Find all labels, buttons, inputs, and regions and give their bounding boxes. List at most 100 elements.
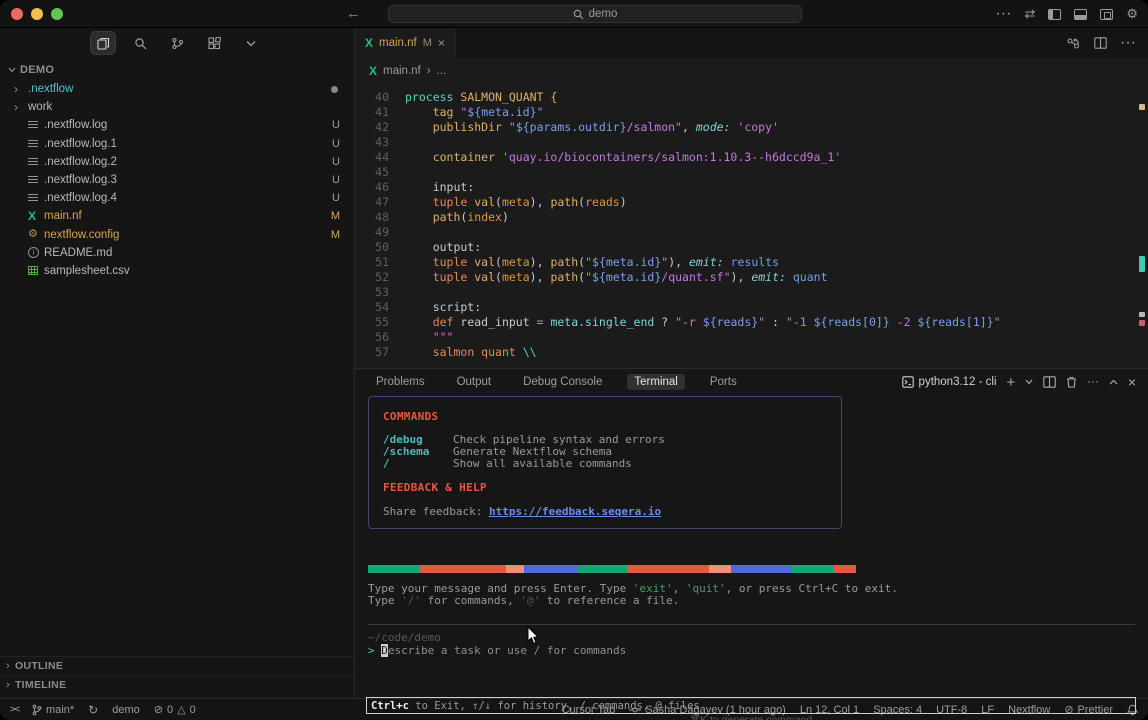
explorer-section-header[interactable]: DEMO: [0, 58, 354, 80]
code-segment: tuple: [433, 195, 475, 209]
timeline-section[interactable]: ›TIMELINE: [0, 675, 354, 694]
file-icon: [28, 140, 44, 148]
breadcrumb[interactable]: X main.nf › ...: [355, 58, 1148, 84]
problems-item[interactable]: ⊘0 △0: [154, 703, 196, 716]
remote-indicator[interactable]: ><: [10, 704, 18, 715]
search-tool-icon[interactable]: [128, 32, 152, 54]
explorer-icon[interactable]: [91, 32, 115, 54]
panel-tab-ports[interactable]: Ports: [703, 374, 744, 390]
code-line[interactable]: 40process SALMON_QUANT {: [355, 90, 1148, 105]
run-pipeline-icon[interactable]: [1066, 37, 1081, 50]
tree-file[interactable]: .nextflow.logU: [0, 116, 354, 134]
file-name: README.md: [44, 247, 340, 259]
toggle-sidebar-icon[interactable]: [1048, 9, 1061, 20]
new-terminal-icon[interactable]: +: [1007, 374, 1016, 391]
line-number: 46: [355, 180, 389, 195]
code-line[interactable]: 51 tuple val(meta), path("${meta.id}"), …: [355, 255, 1148, 270]
minimize-window-button[interactable]: [31, 8, 43, 20]
file-name: main.nf: [44, 210, 331, 222]
more-actions-icon[interactable]: ···: [995, 5, 1011, 23]
command-center-search[interactable]: demo: [388, 5, 802, 23]
code-segment: [786, 270, 793, 284]
code-segment: ${meta.id}: [592, 255, 661, 269]
outline-section[interactable]: ›OUTLINE: [0, 656, 354, 675]
zoom-window-button[interactable]: [51, 8, 63, 20]
tree-file[interactable]: .nextflow.log.1U: [0, 135, 354, 153]
customize-layout-icon[interactable]: [1100, 9, 1113, 20]
tree-file[interactable]: .nextflow.log.3U: [0, 171, 354, 189]
tree-file[interactable]: .nextflow.log.4U: [0, 189, 354, 207]
log-file-icon: [28, 176, 38, 184]
code-line[interactable]: 54 script:: [355, 300, 1148, 315]
branch-item[interactable]: main*: [32, 704, 74, 716]
tree-file[interactable]: Xmain.nfM: [0, 207, 354, 225]
breadcrumb-more[interactable]: ...: [437, 65, 447, 77]
code-editor[interactable]: 40process SALMON_QUANT {41 tag "${meta.i…: [355, 84, 1148, 368]
split-terminal-icon[interactable]: [1043, 376, 1056, 388]
panel-more-icon[interactable]: ···: [1087, 376, 1099, 388]
code-line[interactable]: 53: [355, 285, 1148, 300]
code-line[interactable]: 44 container 'quay.io/biocontainers/salm…: [355, 150, 1148, 165]
terminal-instance-label[interactable]: python3.12 - cli: [902, 376, 997, 388]
layout-swap-icon[interactable]: ⇄: [1024, 6, 1035, 22]
sidebar: DEMO ›.nextflow›work.nextflow.logU.nextf…: [0, 28, 355, 698]
tree-file[interactable]: samplesheet.csv: [0, 262, 354, 280]
stripe-segment: [731, 565, 792, 573]
tree-file[interactable]: iREADME.md: [0, 244, 354, 262]
tree-folder[interactable]: ›.nextflow: [0, 80, 354, 98]
code-segment: (: [495, 195, 502, 209]
terminal-dropdown-icon[interactable]: [1025, 379, 1033, 385]
kill-terminal-icon[interactable]: [1066, 376, 1077, 388]
code-line[interactable]: 43: [355, 135, 1148, 150]
panel-tab-debug-console[interactable]: Debug Console: [516, 374, 609, 390]
panel-tab-terminal[interactable]: Terminal: [627, 374, 684, 390]
stripe-segment: [709, 565, 731, 573]
toggle-panel-icon[interactable]: [1074, 9, 1087, 20]
code-line[interactable]: 42 publishDir "${params.outdir}/salmon",…: [355, 120, 1148, 135]
feedback-link[interactable]: https://feedback.seqera.io: [489, 505, 661, 518]
extensions-icon[interactable]: [202, 32, 226, 54]
editor-more-icon[interactable]: ···: [1120, 34, 1136, 52]
prompt-placeholder: escribe a task or use / for commands: [388, 644, 626, 657]
git-status-badge: U: [332, 138, 340, 150]
code-text: tuple val(meta), path("${meta.id}/quant.…: [389, 270, 828, 285]
tab-main-nf[interactable]: X main.nf M ×: [355, 28, 456, 58]
source-control-icon[interactable]: [165, 32, 189, 54]
panel-tab-output[interactable]: Output: [450, 374, 499, 390]
code-line[interactable]: 46 input:: [355, 180, 1148, 195]
tree-file[interactable]: .nextflow.log.2U: [0, 153, 354, 171]
terminal-view[interactable]: COMMANDS /debugCheck pipeline syntax and…: [355, 395, 1148, 698]
settings-gear-icon[interactable]: ⚙: [1126, 6, 1138, 22]
code-segment: ": [509, 120, 516, 134]
code-line[interactable]: 55 def read_input = meta.single_end ? "-…: [355, 315, 1148, 330]
sync-item[interactable]: ↻: [88, 703, 98, 717]
code-line[interactable]: 52 tuple val(meta), path("${meta.id}/qua…: [355, 270, 1148, 285]
code-line[interactable]: 50 output:: [355, 240, 1148, 255]
terminal-prompt[interactable]: > Describe a task or use / for commands: [368, 644, 626, 657]
views-chevron-icon[interactable]: [239, 32, 263, 54]
panel-tab-problems[interactable]: Problems: [369, 374, 432, 390]
code-line[interactable]: 48 path(index): [355, 210, 1148, 225]
code-line[interactable]: 45: [355, 165, 1148, 180]
code-segment: ${meta.id}: [467, 105, 536, 119]
split-editor-icon[interactable]: [1094, 37, 1107, 49]
folder-name: work: [28, 101, 340, 113]
code-line[interactable]: 41 tag "${meta.id}": [355, 105, 1148, 120]
tab-close-icon[interactable]: ×: [438, 36, 445, 50]
panel-close-icon[interactable]: ×: [1128, 374, 1136, 390]
code-segment: meta: [502, 270, 530, 284]
panel-maximize-icon[interactable]: [1109, 379, 1118, 385]
code-text: [389, 225, 405, 240]
tree-folder[interactable]: ›work: [0, 98, 354, 116]
code-line[interactable]: 57 salmon quant \\: [355, 345, 1148, 360]
back-icon[interactable]: ←: [346, 5, 361, 22]
message-segment: 'quit': [686, 582, 726, 595]
code-segment: ": [537, 105, 544, 119]
tree-file[interactable]: ⚙nextflow.configM: [0, 226, 354, 244]
close-window-button[interactable]: [11, 8, 23, 20]
code-line[interactable]: 56 """: [355, 330, 1148, 345]
code-line[interactable]: 47 tuple val(meta), path(reads): [355, 195, 1148, 210]
breadcrumb-file[interactable]: main.nf: [383, 65, 421, 77]
workspace-item[interactable]: demo: [112, 704, 140, 716]
code-line[interactable]: 49: [355, 225, 1148, 240]
